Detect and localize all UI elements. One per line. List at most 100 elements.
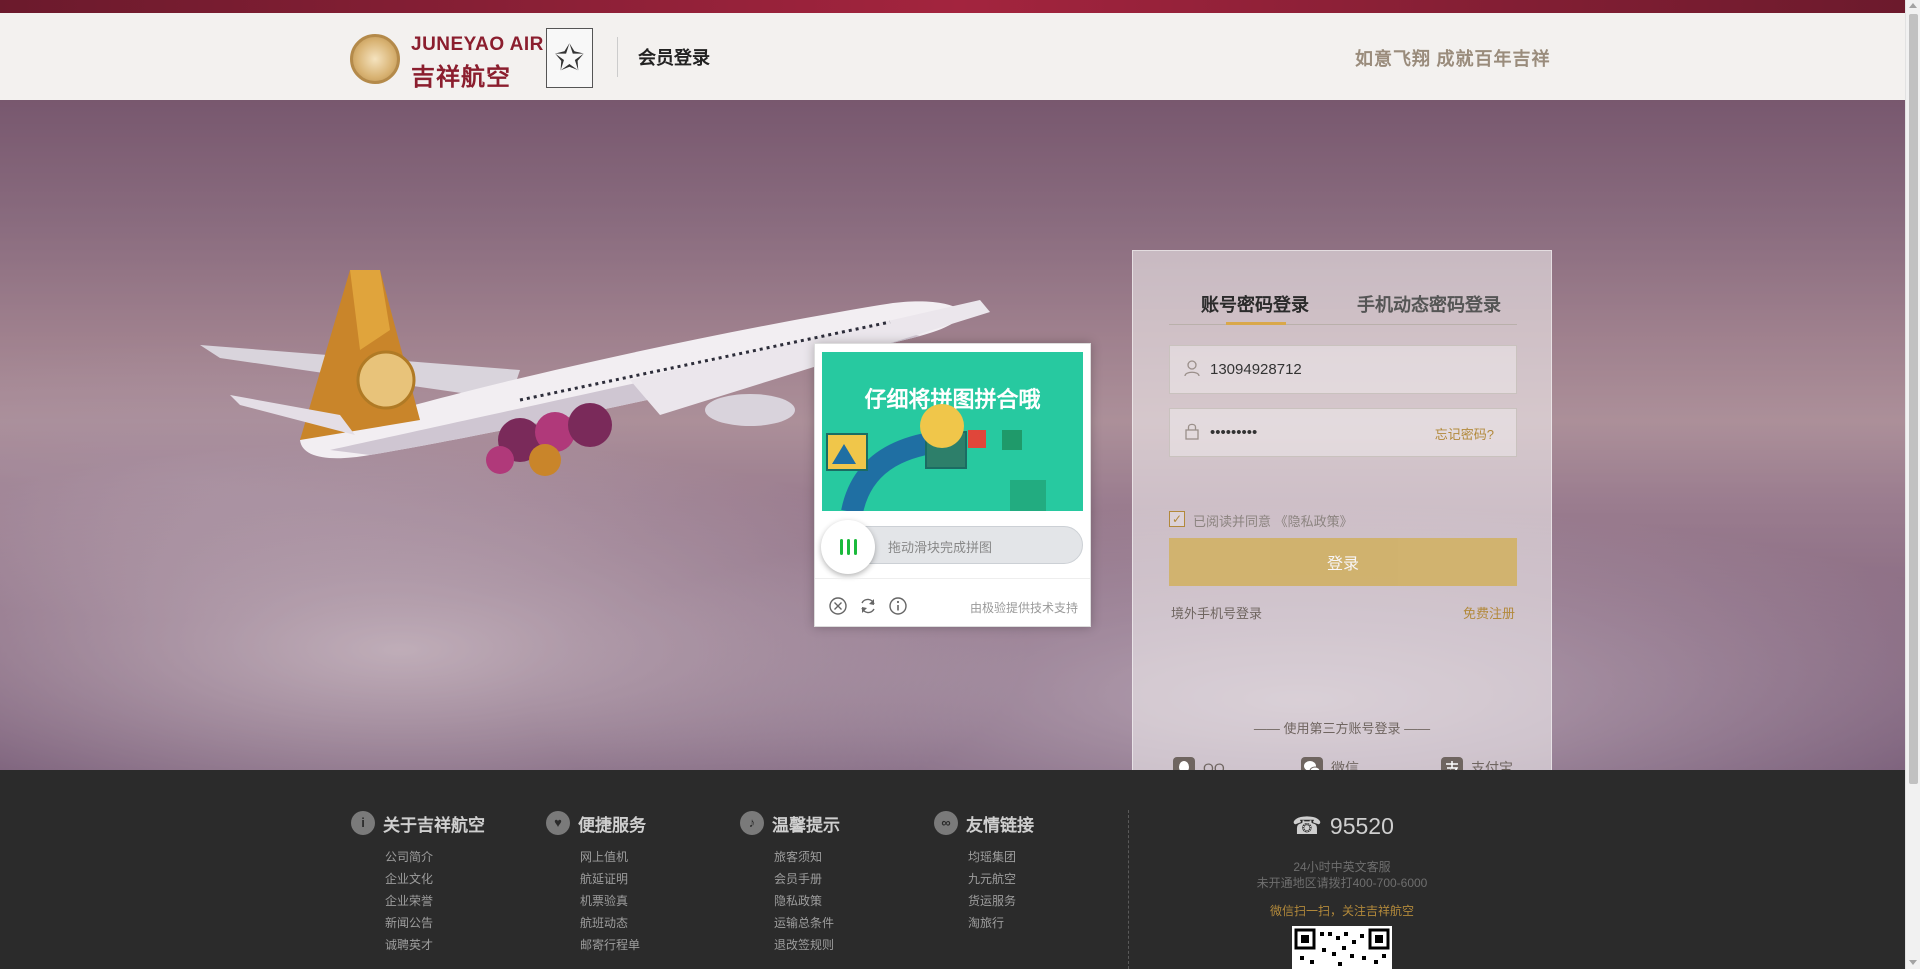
footer-link[interactable]: 航班动态	[580, 914, 726, 936]
active-tab-indicator	[1226, 322, 1286, 325]
star-alliance-logo-icon: ✩	[546, 28, 593, 88]
footer-link[interactable]: 旅客须知	[774, 848, 920, 870]
footer-link[interactable]: 隐私政策	[774, 892, 920, 914]
hotline-description: 24小时中英文客服	[1293, 860, 1391, 874]
footer-link[interactable]: 货运服务	[968, 892, 1114, 914]
footer-column-title-text: 关于吉祥航空	[383, 815, 485, 835]
logo-text-cn: 吉祥航空	[411, 64, 511, 91]
footer-column-title: ∞ 友情链接	[934, 810, 1114, 836]
wechat-login-button[interactable]: 微信	[1301, 756, 1359, 770]
header-divider	[617, 37, 618, 77]
scroll-thumb[interactable]	[1909, 14, 1918, 784]
link-icon: ∞	[934, 811, 958, 835]
login-button[interactable]: 登录	[1169, 538, 1517, 586]
bell-icon: ♪	[740, 811, 764, 835]
hotline-number: 95520	[1329, 812, 1394, 839]
logo-text-en: JUNEYAO AIR	[411, 34, 544, 55]
top-brand-strip	[0, 0, 1920, 13]
footer-link[interactable]: 退改签规则	[774, 936, 920, 958]
footer-link[interactable]: 企业荣誉	[385, 892, 531, 914]
qq-icon	[1173, 757, 1195, 770]
footer-column-tips: ♪ 温馨提示 旅客须知 会员手册 隐私政策 运输总条件 退改签规则	[740, 810, 920, 958]
footer-link[interactable]: 企业文化	[385, 870, 531, 892]
page-scrollbar[interactable]	[1905, 0, 1920, 969]
close-icon[interactable]	[828, 596, 848, 616]
footer-column-title: i 关于吉祥航空	[351, 810, 531, 836]
footer-divider	[1128, 810, 1129, 969]
footer-link[interactable]: 均瑶集团	[968, 848, 1114, 870]
footer-link[interactable]: 九元航空	[968, 870, 1114, 892]
footer-column-title: ♪ 温馨提示	[740, 810, 920, 836]
slider-captcha-dialog: 仔细将拼图拼合哦 拖动滑块完成拼图 由极验提供技术支持	[814, 343, 1091, 627]
scroll-up-icon[interactable]	[1909, 3, 1917, 8]
footer-column-about: i 关于吉祥航空 公司简介 企业文化 企业荣誉 新闻公告 诚聘英才	[351, 810, 531, 958]
phone-icon: ☎	[1292, 812, 1322, 840]
footer-link[interactable]: 网上值机	[580, 848, 726, 870]
footer-links: 均瑶集团 九元航空 货运服务 淘旅行	[934, 848, 1114, 936]
qq-login-button[interactable]: QQ	[1173, 756, 1225, 770]
heart-icon: ♥	[546, 811, 570, 835]
tab-account-password-login[interactable]: 账号密码登录	[1201, 291, 1309, 317]
captcha-slider-hint: 拖动滑块完成拼图	[888, 540, 993, 555]
footer: i 关于吉祥航空 公司简介 企业文化 企业荣誉 新闻公告 诚聘英才 ♥ 便捷服务…	[0, 770, 1905, 969]
qq-label: QQ	[1203, 760, 1225, 770]
footer-column-title-text: 友情链接	[966, 815, 1034, 835]
juneyao-emblem-icon	[350, 34, 400, 84]
wechat-qr-code-icon	[1292, 926, 1392, 969]
hotline: ☎ 95520	[1292, 812, 1394, 840]
password-field: 忘记密码?	[1169, 408, 1517, 457]
footer-link[interactable]: 会员手册	[774, 870, 920, 892]
info-icon[interactable]	[888, 596, 908, 616]
privacy-agree-checkbox[interactable]: ✓	[1169, 511, 1185, 527]
footer-links: 公司简介 企业文化 企业荣誉 新闻公告 诚聘英才	[351, 848, 531, 958]
footer-column-title-text: 便捷服务	[578, 815, 646, 835]
refresh-icon[interactable]	[858, 596, 878, 616]
wechat-icon	[1301, 757, 1323, 770]
alipay-icon	[1441, 757, 1463, 770]
footer-column-title: ♥ 便捷服务	[546, 810, 726, 836]
alipay-login-button[interactable]: 支付宝	[1441, 756, 1513, 770]
wechat-label: 微信	[1331, 760, 1359, 770]
scroll-down-icon[interactable]	[1909, 960, 1917, 965]
header: JUNEYAO AIR 吉祥航空 ✩ 会员登录 如意飞翔 成就百年吉祥	[0, 13, 1905, 100]
privacy-agree-text[interactable]: 已阅读并同意 《隐私政策》	[1193, 511, 1353, 530]
juneyao-logo[interactable]: JUNEYAO AIR 吉祥航空	[350, 31, 543, 91]
hotline-alt-number: 未开通地区请拨打400-700-6000	[1256, 876, 1428, 890]
footer-link[interactable]: 淘旅行	[968, 914, 1114, 936]
page-title: 会员登录	[638, 48, 710, 68]
captcha-puzzle-image: 仔细将拼图拼合哦	[822, 352, 1083, 511]
thirdparty-login-title: —— 使用第三方账号登录 ——	[1253, 721, 1431, 736]
lock-icon	[1182, 422, 1202, 442]
free-register-link[interactable]: 免费注册	[1463, 603, 1515, 622]
footer-link[interactable]: 新闻公告	[385, 914, 531, 936]
header-slogan: 如意飞翔 成就百年吉祥	[1355, 49, 1551, 69]
footer-link[interactable]: 邮寄行程单	[580, 936, 726, 958]
user-icon	[1182, 359, 1202, 379]
forgot-password-link[interactable]: 忘记密码?	[1435, 424, 1494, 443]
login-card: 账号密码登录 手机动态密码登录 忘记密码? ✓ 已阅读并同意 《隐私政策》 登录…	[1132, 250, 1552, 770]
puzzle-illustration-icon	[826, 404, 1046, 511]
tab-phone-code-login[interactable]: 手机动态密码登录	[1357, 291, 1501, 317]
footer-links: 网上值机 航延证明 机票验真 航班动态 邮寄行程单	[546, 848, 726, 958]
username-field	[1169, 345, 1517, 394]
grip-icon	[839, 539, 857, 555]
footer-column-services: ♥ 便捷服务 网上值机 航延证明 机票验真 航班动态 邮寄行程单	[546, 810, 726, 958]
captcha-slider-handle[interactable]	[821, 520, 875, 574]
login-tabs: 账号密码登录 手机动态密码登录	[1169, 291, 1517, 325]
footer-link[interactable]: 诚聘英才	[385, 936, 531, 958]
alipay-label: 支付宝	[1471, 760, 1513, 770]
footer-link[interactable]: 运输总条件	[774, 914, 920, 936]
password-input[interactable]	[1210, 409, 1440, 456]
username-input[interactable]	[1210, 346, 1440, 393]
footer-link[interactable]: 机票验真	[580, 892, 726, 914]
footer-links: 旅客须知 会员手册 隐私政策 运输总条件 退改签规则	[740, 848, 920, 958]
footer-link[interactable]: 航延证明	[580, 870, 726, 892]
geetest-brand-text[interactable]: 由极验提供技术支持	[970, 599, 1078, 616]
info-icon: i	[351, 811, 375, 835]
overseas-phone-login-link[interactable]: 境外手机号登录	[1171, 603, 1262, 622]
footer-column-title-text: 温馨提示	[772, 815, 840, 835]
footer-column-links: ∞ 友情链接 均瑶集团 九元航空 货运服务 淘旅行	[934, 810, 1114, 936]
captcha-divider	[815, 578, 1090, 579]
footer-link[interactable]: 公司简介	[385, 848, 531, 870]
wechat-follow-text: 微信扫一扫，关注吉祥航空	[1269, 904, 1414, 918]
